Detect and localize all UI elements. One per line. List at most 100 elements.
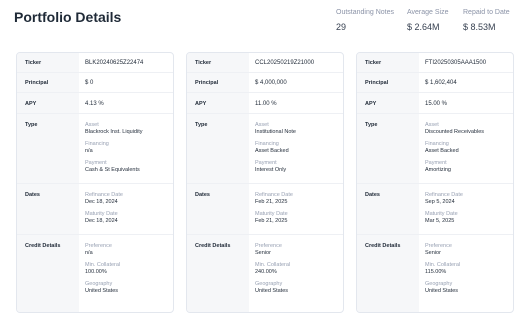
asset-value: Discounted Receivables [425,129,485,135]
dates-details: Refinance Date Sep 5, 2024 Maturity Date M… [419,184,513,235]
geography-value: United States [255,288,289,294]
payment-value: Cash & St Equivalents [85,167,140,173]
maturity-date-value: Dec 18, 2024 [85,218,118,224]
min-collateral-label: Min. Collateral [255,262,291,268]
credit-details: Preference Senior Min. Collateral 115.00% … [419,235,513,312]
asset-label: Asset [85,122,99,128]
financing-value: Asset Backed [425,148,459,154]
principal-row: Principal $ 1,602,404 [357,72,513,93]
row-label: Principal [187,73,249,93]
type-details: Asset Discounted Receivables Financing Ass… [419,114,513,184]
asset-value: Institutional Note [255,129,296,135]
principal-value: $ 1,602,404 [425,80,457,86]
min-collateral-value: 100.00% [85,269,107,275]
row-label: APY [357,93,419,114]
row-label: Credit Details [357,235,419,312]
payment-value: Amortizing [425,167,451,173]
portfolio-card: Ticker BLK20240625Z22474 Principal $ 0 A… [16,52,174,313]
maturity-date-label: Maturity Date [255,211,288,217]
type-details: Asset Institutional Note Financing Asset B… [249,114,343,184]
min-collateral-label: Min. Collateral [85,262,121,268]
stat-value: 29 [336,22,347,32]
dates-row: Dates Refinance Date Dec 18, 2024 Maturit… [17,183,173,235]
refinance-date-value: Dec 18, 2024 [85,199,118,205]
preference-label: Preference [85,243,112,249]
maturity-date-value: Feb 21, 2025 [255,218,288,224]
type-details: Asset Blackrock Inst. Liquidity Financing… [79,114,173,184]
row-label: Ticker [357,53,419,72]
maturity-date-label: Maturity Date [85,211,118,217]
ticker-value: BLK20240625Z22474 [85,59,144,66]
credit-details: Preference Senior Min. Collateral 240.00% … [249,235,343,312]
ticker-row: Ticker CCL20250219Z21000 [187,53,343,72]
type-row: Type Asset Blackrock Inst. Liquidity Fina… [17,113,173,184]
stat-label: Average Size [407,9,449,16]
stat-label: Outstanding Notes [336,9,394,16]
refinance-date-label: Refinance Date [255,192,293,198]
apy-row: APY 4.13 % [17,92,173,114]
payment-value: Interest Only [255,167,287,173]
principal-row: Principal $ 0 [17,72,173,93]
row-label: Dates [187,184,249,235]
preference-label: Preference [425,243,452,249]
row-label: Type [357,114,419,184]
preference-value: Senior [255,250,271,256]
min-collateral-value: 115.00% [425,269,447,275]
financing-label: Financing [255,141,279,147]
principal-value: $ 0 [85,80,94,86]
asset-label: Asset [425,122,439,128]
geography-label: Geography [255,281,283,287]
geography-label: Geography [425,281,453,287]
min-collateral-label: Min. Collateral [425,262,461,268]
stat-value: $ 8.53M [463,22,496,32]
row-label: Ticker [187,53,249,72]
financing-value: Asset Backed [255,148,289,154]
ticker-value: FTI20250305AAA1500 [425,59,487,66]
row-label: Ticker [17,53,79,72]
portfolio-card: Ticker CCL20250219Z21000 Principal $ 4,0… [186,52,344,313]
dates-details: Refinance Date Dec 18, 2024 Maturity Date… [79,184,173,235]
credit-details-row: Credit Details Preference Senior Min. Col… [357,234,513,312]
credit-details-row: Credit Details Preference Senior Min. Col… [187,234,343,312]
dates-row: Dates Refinance Date Sep 5, 2024 Maturity… [357,183,513,235]
row-label: Principal [357,73,419,93]
preference-value: Senior [425,250,441,256]
apy-row: APY 11.00 % [187,92,343,114]
row-label: Type [17,114,79,184]
row-label: APY [17,93,79,114]
refinance-date-label: Refinance Date [425,192,463,198]
geography-value: United States [425,288,459,294]
credit-details: Preference n/a Min. Collateral 100.00% Geo… [79,235,173,312]
row-label: Dates [17,184,79,235]
row-label: Principal [17,73,79,93]
payment-label: Payment [255,160,277,166]
apy-value: 15.00 % [425,100,448,107]
dates-details: Refinance Date Feb 21, 2025 Maturity Date… [249,184,343,235]
principal-row: Principal $ 4,000,000 [187,72,343,93]
geography-label: Geography [85,281,113,287]
ticker-value: CCL20250219Z21000 [255,59,315,66]
row-label: Credit Details [187,235,249,312]
refinance-date-value: Sep 5, 2024 [425,199,455,205]
preference-value: n/a [85,250,93,256]
credit-details-row: Credit Details Preference n/a Min. Collat… [17,234,173,312]
preference-label: Preference [255,243,282,249]
row-label: APY [187,93,249,114]
type-row: Type Asset Institutional Note Financing As… [187,113,343,184]
asset-value: Blackrock Inst. Liquidity [85,129,143,135]
stat-repaid-to-date: Repaid to Date $ 8.53M [463,9,510,32]
refinance-date-label: Refinance Date [85,192,123,198]
row-label: Type [187,114,249,184]
financing-label: Financing [425,141,449,147]
row-label: Dates [357,184,419,235]
apy-value: 11.00 % [255,100,277,107]
apy-value: 4.13 % [85,100,104,107]
geography-value: United States [85,288,119,294]
maturity-date-value: Mar 5, 2025 [425,218,455,224]
stat-label: Repaid to Date [463,9,510,16]
refinance-date-value: Feb 21, 2025 [255,199,288,205]
maturity-date-label: Maturity Date [425,211,458,217]
ticker-row: Ticker FTI20250305AAA1500 [357,53,513,72]
payment-label: Payment [425,160,447,166]
payment-label: Payment [85,160,107,166]
